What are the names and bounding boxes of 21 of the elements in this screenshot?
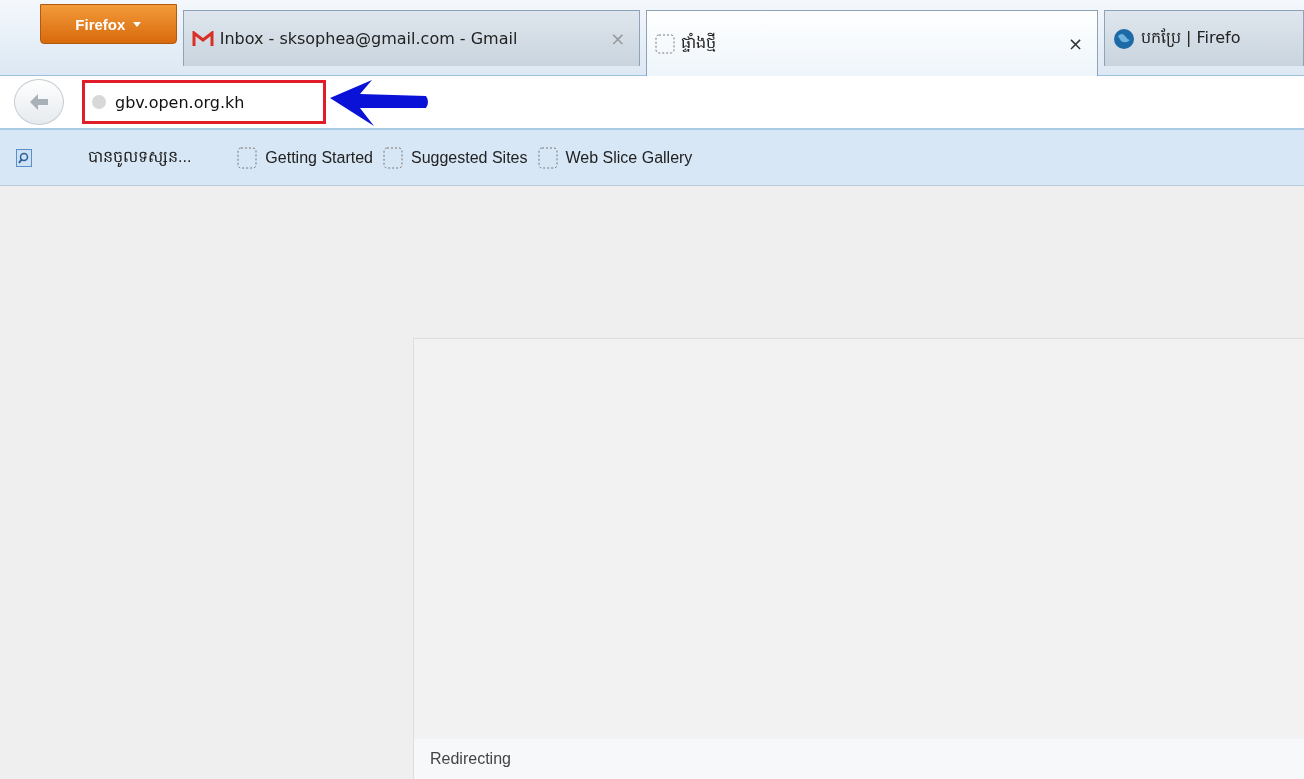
back-arrow-icon (28, 93, 50, 111)
tab-title: បកប្រែ | Firefo (1141, 26, 1242, 49)
status-text: Redirecting (414, 739, 1304, 779)
browser-tab[interactable]: បកប្រែ | Firefo (1104, 10, 1304, 66)
tab-title: Inbox - sksophea@gmail.com - Gmail (219, 29, 519, 48)
mail-icon (191, 30, 214, 47)
page-icon (655, 33, 676, 54)
browser-tab[interactable]: Inbox - sksophea@gmail.com - Gmail × (182, 10, 641, 66)
browser-tab[interactable]: ផ្ទាំងថ្មី × (646, 10, 1098, 76)
close-tab-button[interactable]: × (1061, 33, 1089, 54)
bookmark-item[interactable]: Web Slice Gallery (537, 146, 693, 169)
bookmark-item[interactable]: Suggested Sites (382, 146, 528, 169)
tab-title: ផ្ទាំងថ្មី (681, 31, 718, 54)
page-icon (237, 146, 258, 169)
page-icon (382, 146, 403, 169)
bookmark-item[interactable]: បានចូលទស្សន... (88, 145, 192, 170)
caret-icon (133, 21, 142, 27)
page-icon (537, 146, 558, 169)
search-icon[interactable] (16, 148, 32, 167)
address-field[interactable]: gbv.open.org.kh (82, 80, 326, 124)
bookmark-item[interactable]: Getting Started (237, 146, 373, 169)
